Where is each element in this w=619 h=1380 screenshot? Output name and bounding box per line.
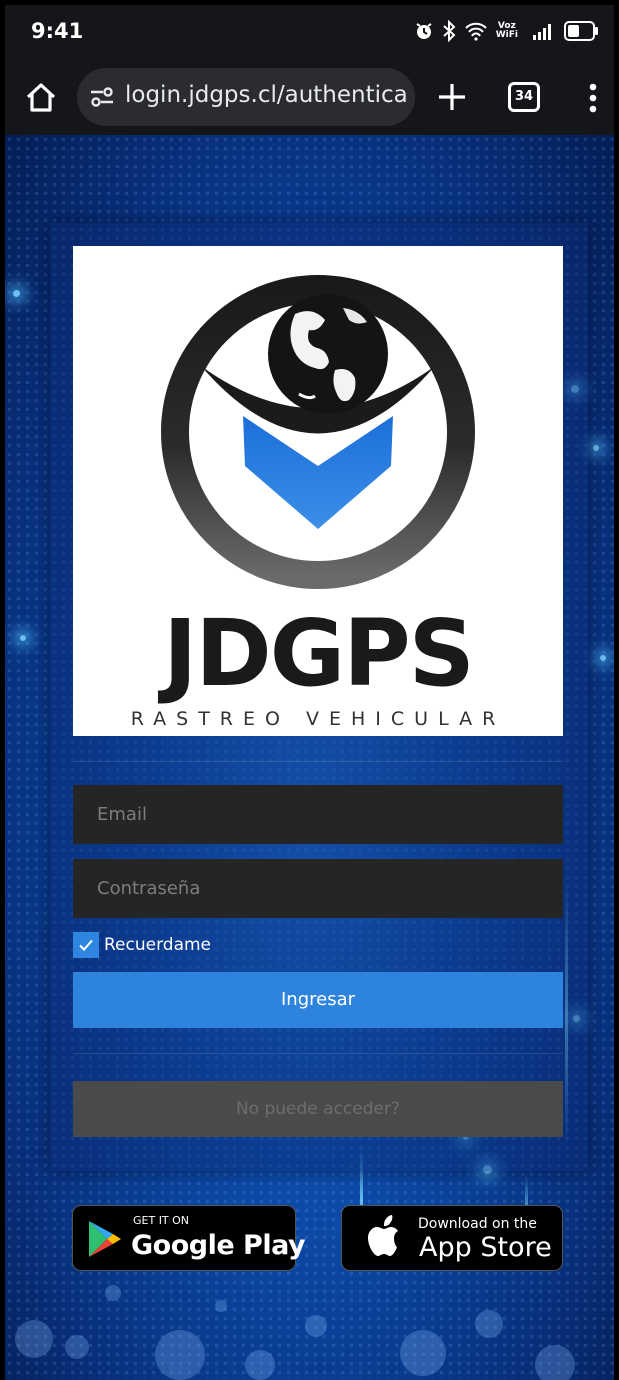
bokeh-light xyxy=(15,1320,53,1358)
bokeh-light xyxy=(65,1335,89,1359)
bluetooth-icon xyxy=(442,20,456,42)
bokeh-light xyxy=(475,1310,503,1338)
address-bar[interactable]: login.jdgps.cl/authentica xyxy=(77,68,415,126)
plus-icon xyxy=(439,84,465,110)
bokeh-light xyxy=(245,1350,275,1380)
brand-name: JDGPS xyxy=(163,600,475,707)
divider xyxy=(73,761,563,762)
status-bar: 9:41 Voz WiFi xyxy=(5,5,614,60)
background-glow xyxy=(600,655,606,661)
brand-tagline: RASTREO VEHICULAR xyxy=(130,708,506,730)
status-icons: Voz WiFi xyxy=(414,20,600,42)
app-store-small-text: Download on the xyxy=(418,1216,537,1232)
google-play-icon xyxy=(89,1221,121,1257)
google-play-badge[interactable]: GET IT ON Google Play xyxy=(72,1205,306,1271)
remember-me[interactable]: Recuerdame xyxy=(73,932,211,958)
cant-access-button[interactable]: No puede acceder? xyxy=(73,1081,563,1137)
home-icon xyxy=(26,83,56,112)
app-store-big-text: App Store xyxy=(419,1232,552,1263)
bokeh-light xyxy=(535,1345,575,1380)
background-glow xyxy=(20,635,26,641)
google-play-big-text: Google Play xyxy=(131,1230,306,1261)
url-text[interactable]: login.jdgps.cl/authentica xyxy=(125,82,408,108)
brand-logo: JDGPS RASTREO VEHICULAR xyxy=(73,246,563,736)
background-glow xyxy=(593,445,599,451)
remember-label[interactable]: Recuerdame xyxy=(104,935,211,955)
more-menu-button[interactable] xyxy=(587,80,599,116)
browser-toolbar: login.jdgps.cl/authentica 34 xyxy=(5,60,614,135)
status-time: 9:41 xyxy=(31,19,84,43)
tab-count: 34 xyxy=(514,89,534,104)
login-page: JDGPS RASTREO VEHICULAR Recuerdame Ingre… xyxy=(5,135,614,1380)
app-store-badge[interactable]: Download on the App Store xyxy=(341,1205,563,1271)
bokeh-light xyxy=(215,1300,227,1312)
login-button[interactable]: Ingresar xyxy=(73,972,563,1028)
remember-checkbox[interactable] xyxy=(73,932,99,958)
alarm-icon xyxy=(414,21,434,41)
wifi-label: WiFi xyxy=(495,30,518,40)
email-field[interactable] xyxy=(73,785,563,844)
site-settings-icon[interactable] xyxy=(89,85,115,113)
bokeh-light xyxy=(105,1285,121,1301)
signal-icon xyxy=(532,22,556,40)
new-tab-button[interactable] xyxy=(435,80,469,114)
checkmark-icon xyxy=(79,939,93,951)
home-button[interactable] xyxy=(23,80,59,116)
apple-icon xyxy=(368,1215,398,1256)
background-glow xyxy=(13,290,20,297)
password-field[interactable] xyxy=(73,859,563,918)
wifi-icon xyxy=(464,21,488,41)
bokeh-light xyxy=(400,1330,446,1376)
divider xyxy=(73,1053,563,1054)
login-card: JDGPS RASTREO VEHICULAR Recuerdame Ingre… xyxy=(50,223,588,1171)
battery-icon xyxy=(564,21,600,41)
tab-switcher-button[interactable]: 34 xyxy=(508,82,540,112)
voz-wifi-label: Voz WiFi xyxy=(496,22,518,40)
bokeh-light xyxy=(305,1315,327,1337)
logo-emblem xyxy=(161,275,475,589)
more-vert-icon xyxy=(589,83,597,113)
bokeh-light xyxy=(155,1330,205,1380)
google-play-small-text: GET IT ON xyxy=(133,1214,190,1227)
